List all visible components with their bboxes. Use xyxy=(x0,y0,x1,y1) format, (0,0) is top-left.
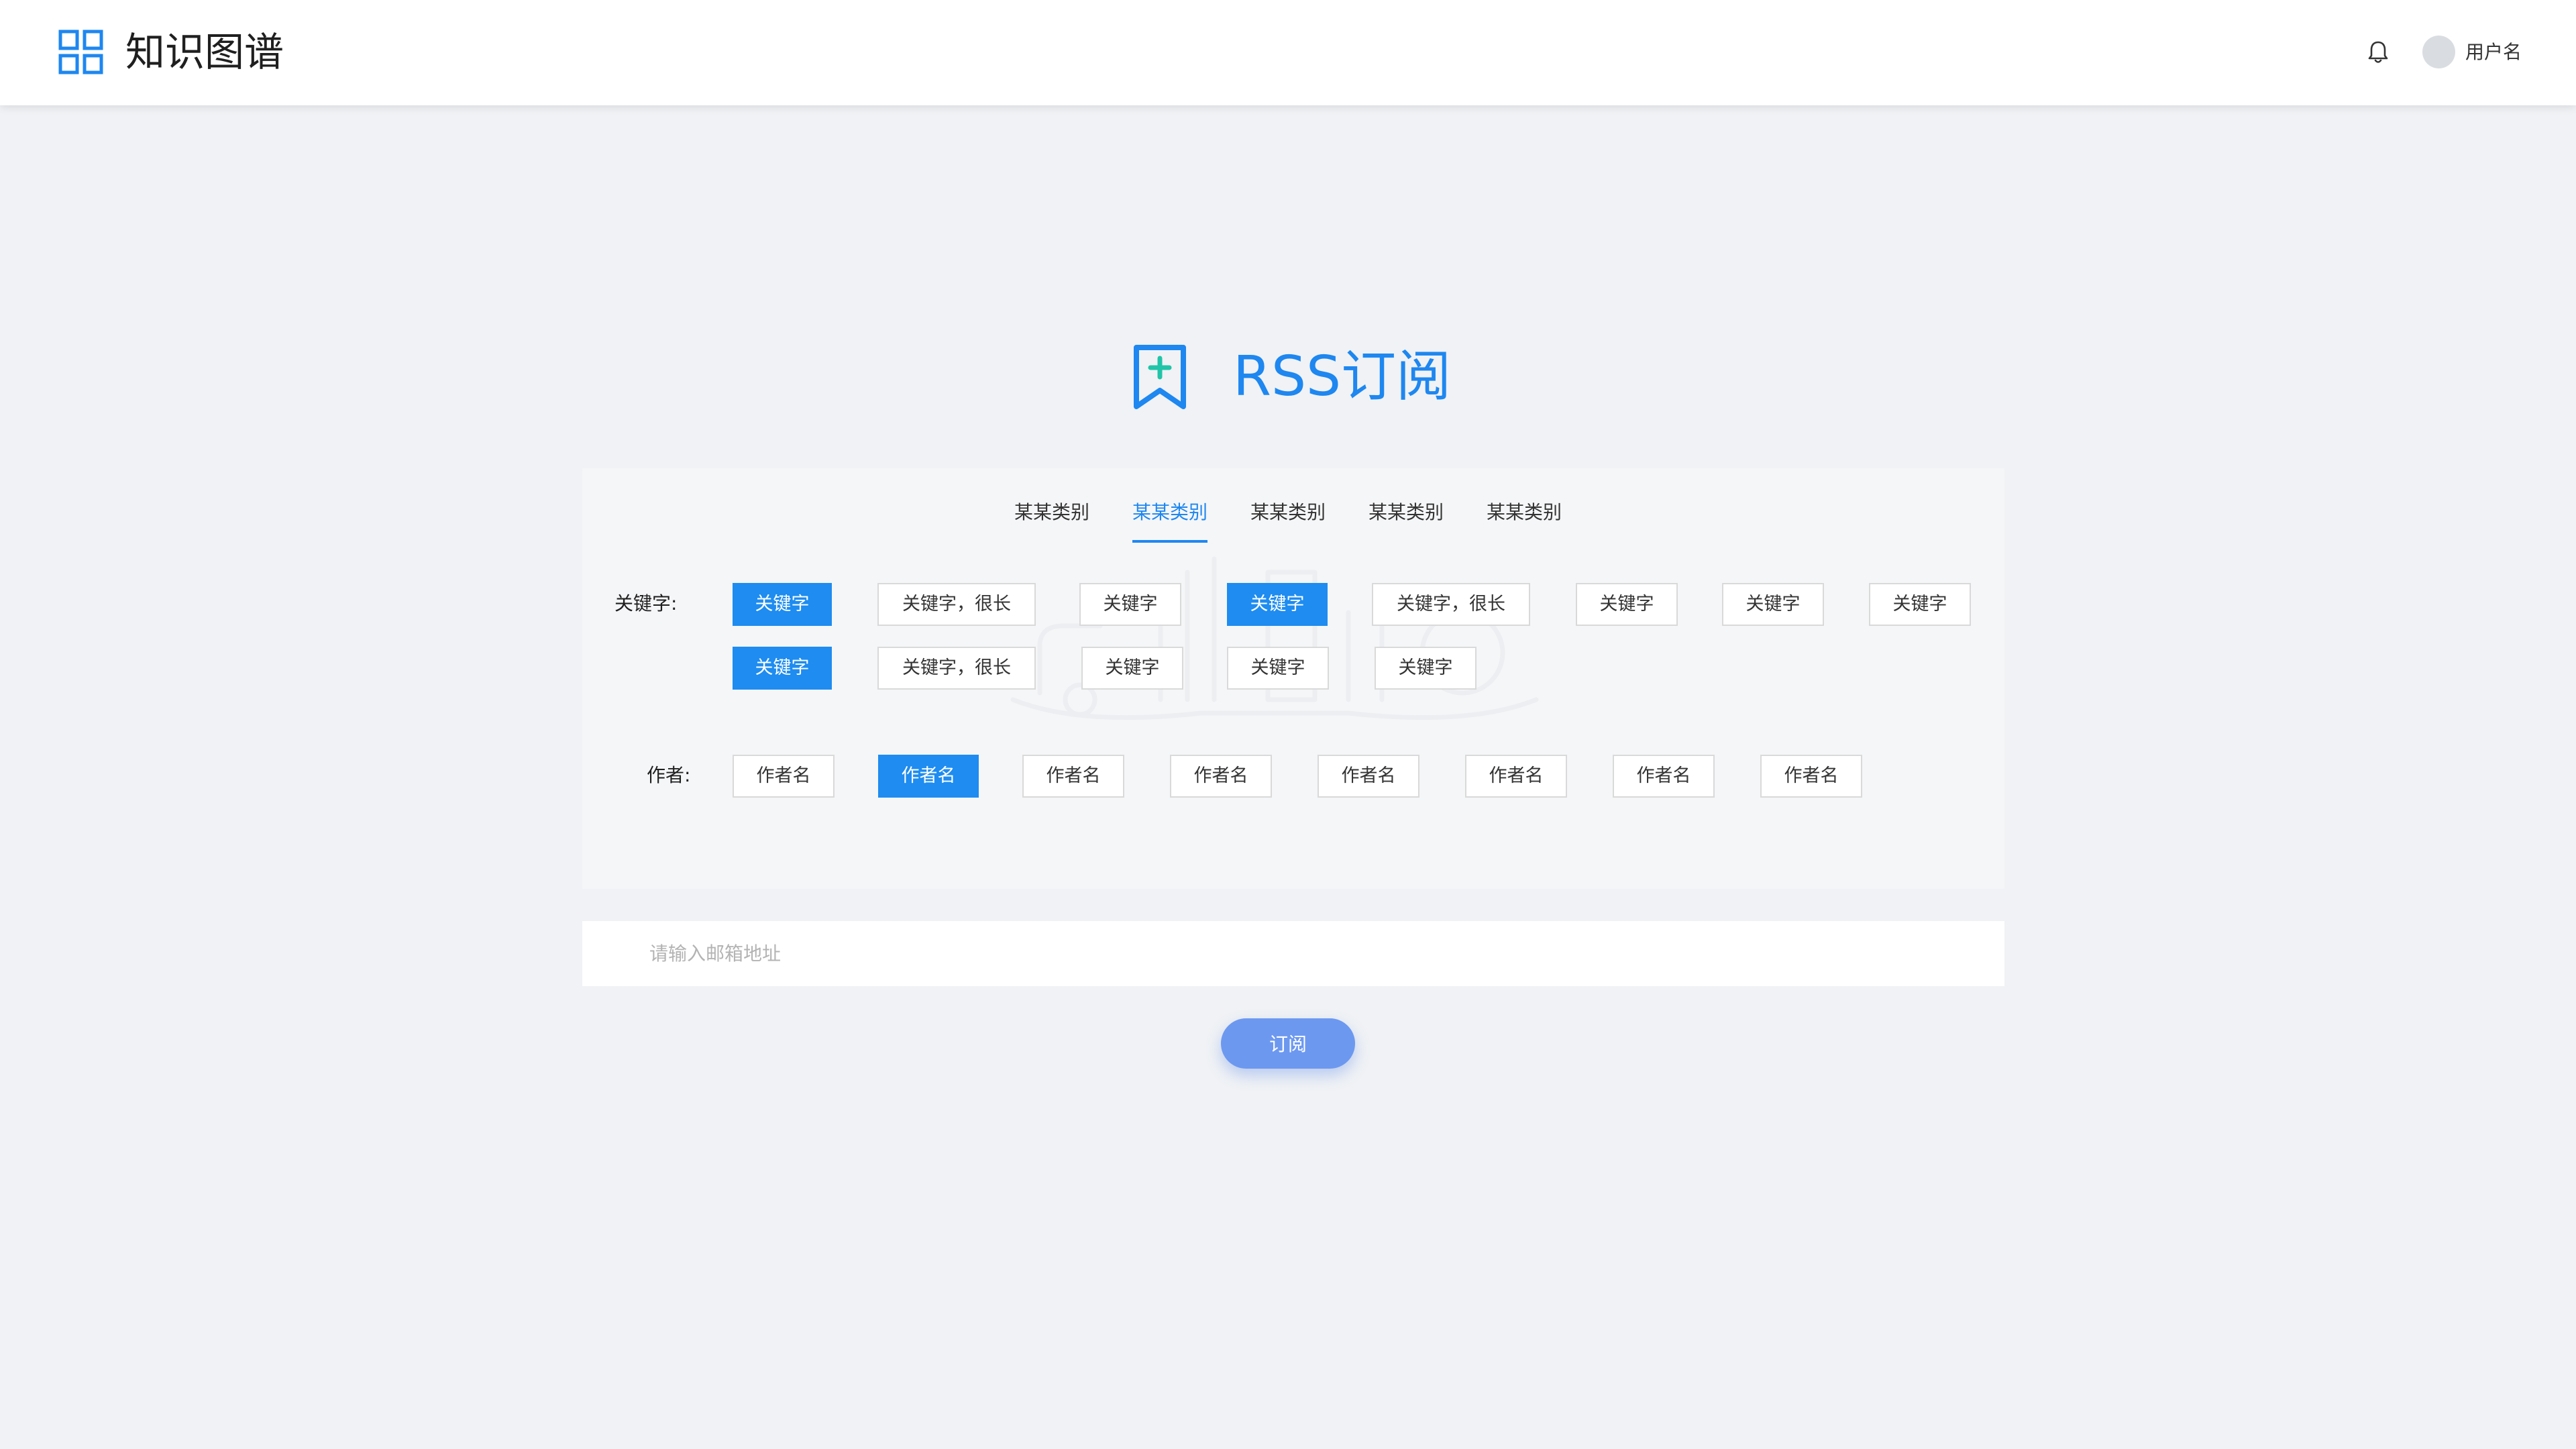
username[interactable]: 用户名 xyxy=(2465,39,2522,66)
keyword-chip[interactable]: 关键字 xyxy=(1375,647,1477,690)
avatar[interactable] xyxy=(2422,36,2455,68)
keyword-chip[interactable]: 关键字 xyxy=(1227,583,1328,626)
email-input[interactable] xyxy=(582,921,2004,986)
filter-panel: 某某类别 某某类别 某某类别 某某类别 某某类别 关键字: 关键字 关键字，很长… xyxy=(582,468,2004,889)
author-chip[interactable]: 作者名 xyxy=(1760,755,1862,798)
app-title: 知识图谱 xyxy=(125,29,284,75)
author-chip[interactable]: 作者名 xyxy=(733,755,835,798)
tab-category-3[interactable]: 某某类别 xyxy=(1250,499,1326,526)
tab-category-4[interactable]: 某某类别 xyxy=(1368,499,1444,526)
bookmark-plus-icon xyxy=(1134,345,1186,409)
keyword-chip[interactable]: 关键字 xyxy=(733,647,832,690)
author-chip[interactable]: 作者名 xyxy=(1613,755,1715,798)
keyword-chip[interactable]: 关键字 xyxy=(1869,583,1971,626)
watermark-illustration xyxy=(1010,556,1539,720)
keyword-chip[interactable]: 关键字，很长 xyxy=(877,583,1036,626)
keyword-chip[interactable]: 关键字 xyxy=(1081,647,1183,690)
subscribe-button[interactable]: 订阅 xyxy=(1221,1018,1355,1069)
author-chip[interactable]: 作者名 xyxy=(1022,755,1124,798)
keyword-chip[interactable]: 关键字，很长 xyxy=(1372,583,1530,626)
keyword-chip[interactable]: 关键字 xyxy=(733,583,832,626)
author-label: 作者: xyxy=(647,764,691,786)
tab-category-5[interactable]: 某某类别 xyxy=(1487,499,1562,526)
page-title: RSS订阅 xyxy=(1233,345,1452,409)
active-tab-indicator xyxy=(1132,540,1208,543)
keyword-chip[interactable]: 关键字 xyxy=(1722,583,1824,626)
tab-category-2[interactable]: 某某类别 xyxy=(1132,499,1208,526)
keyword-chip[interactable]: 关键字 xyxy=(1576,583,1678,626)
grid-logo-icon[interactable] xyxy=(58,30,103,74)
author-chip[interactable]: 作者名 xyxy=(1318,755,1419,798)
keyword-chip[interactable]: 关键字 xyxy=(1079,583,1181,626)
top-header: 知识图谱 用户名 xyxy=(0,0,2576,105)
keyword-label: 关键字: xyxy=(614,592,678,614)
keyword-chip[interactable]: 关键字 xyxy=(1227,647,1329,690)
author-chip[interactable]: 作者名 xyxy=(1465,755,1567,798)
author-chip[interactable]: 作者名 xyxy=(878,755,979,798)
keyword-chip[interactable]: 关键字，很长 xyxy=(877,647,1036,690)
tab-category-1[interactable]: 某某类别 xyxy=(1014,499,1089,526)
bell-icon[interactable] xyxy=(2366,40,2390,65)
author-chip[interactable]: 作者名 xyxy=(1170,755,1272,798)
category-tabs: 某某类别 某某类别 某某类别 某某类别 某某类别 xyxy=(582,468,2004,549)
